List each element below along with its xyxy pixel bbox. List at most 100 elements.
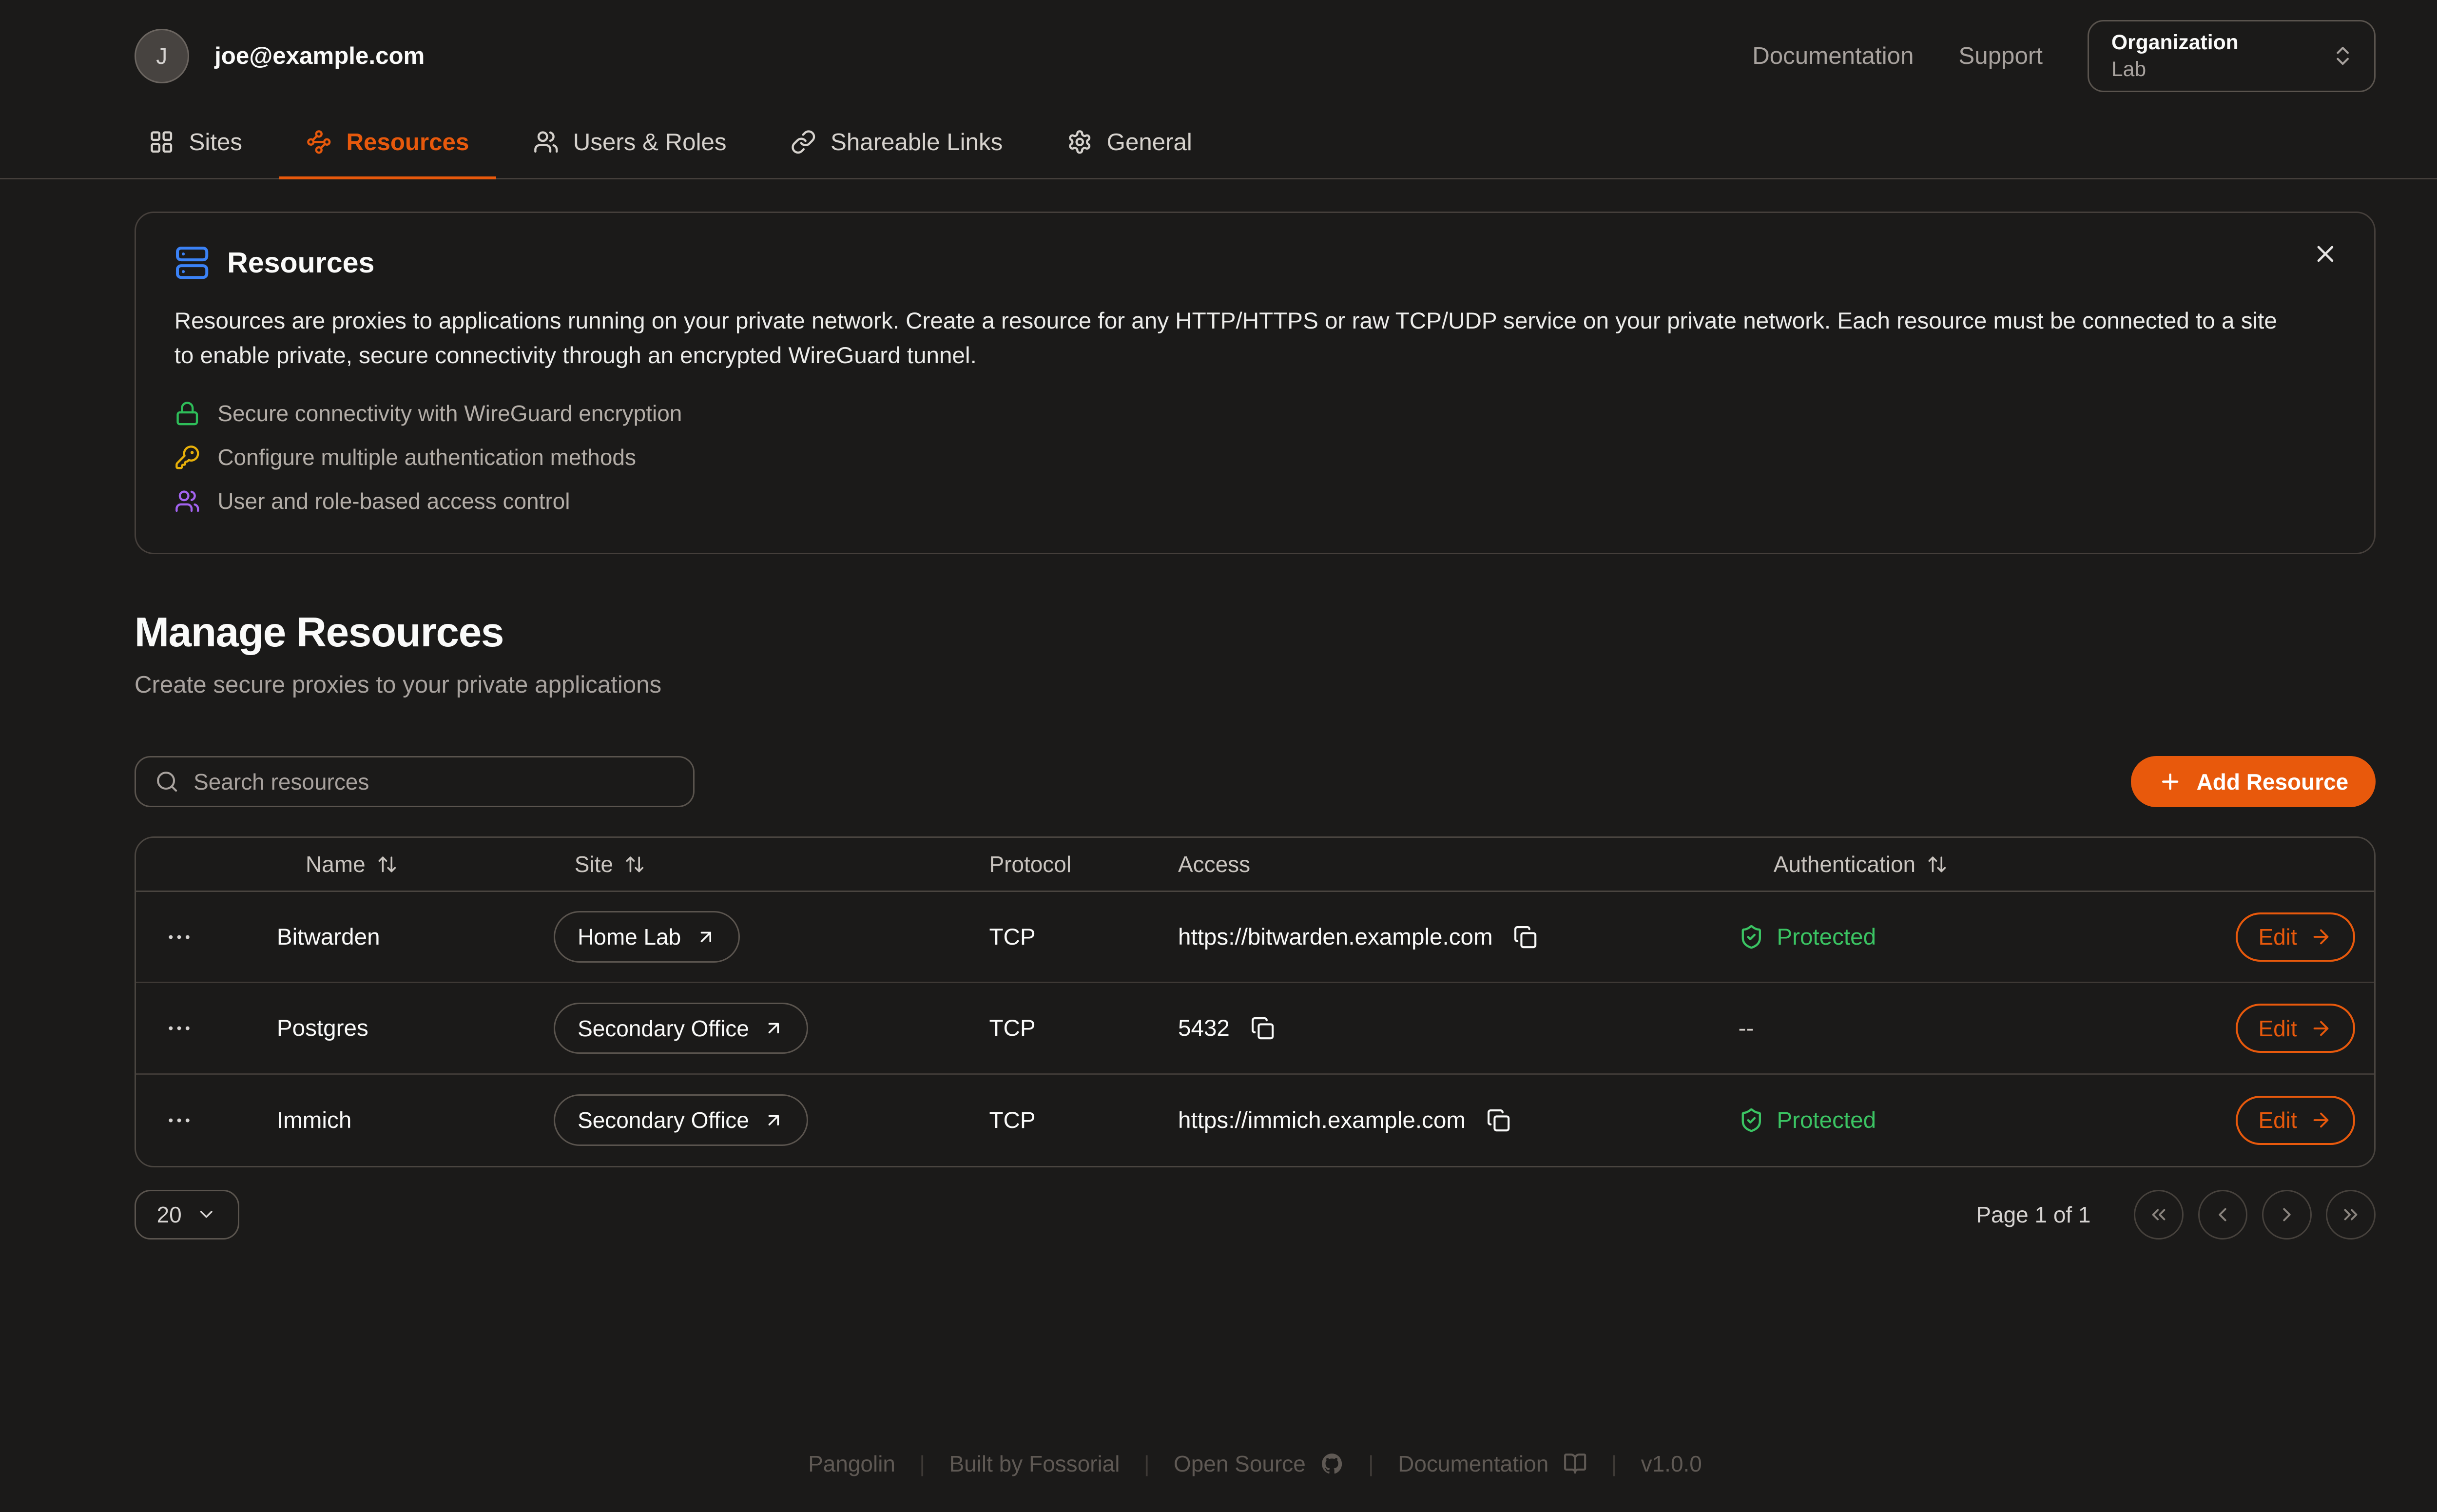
resource-access-cell: https://bitwarden.example.com — [1178, 922, 1739, 952]
site-link-button[interactable]: Home Lab — [554, 911, 740, 963]
link-icon — [791, 129, 816, 155]
footer-divider: | — [1144, 1451, 1150, 1477]
footer-brand[interactable]: Pangolin — [808, 1451, 895, 1477]
site-link-button[interactable]: Secondary Office — [554, 1003, 808, 1054]
chevrons-right-icon — [2340, 1203, 2362, 1226]
close-icon[interactable] — [2312, 240, 2339, 268]
shield-check-icon — [1739, 924, 1764, 950]
edit-button[interactable]: Edit — [2236, 1096, 2355, 1145]
auth-status-badge: -- — [1739, 1015, 2166, 1042]
auth-status-badge: Protected — [1739, 924, 2166, 950]
add-resource-button[interactable]: Add Resource — [2131, 756, 2376, 807]
user-email: joe@example.com — [214, 42, 425, 70]
column-header-authentication-label: Authentication — [1774, 851, 1915, 877]
previous-page-button[interactable] — [2198, 1190, 2248, 1240]
book-open-icon — [1563, 1452, 1587, 1475]
feature-item: User and role-based access control — [174, 488, 2336, 514]
table-row: Bitwarden Home Lab TCP https://bitwarden… — [136, 892, 2374, 983]
page-subtitle: Create secure proxies to your private ap… — [135, 671, 2376, 698]
footer-divider: | — [1611, 1451, 1617, 1477]
feature-text: Secure connectivity with WireGuard encry… — [217, 400, 682, 426]
arrow-up-right-icon — [763, 1018, 784, 1039]
info-card-header: Resources — [174, 245, 2336, 280]
page-title: Manage Resources — [135, 609, 2376, 657]
footer-built-by[interactable]: Built by Fossorial — [949, 1451, 1120, 1477]
auth-status-label: -- — [1739, 1015, 1754, 1042]
chevron-down-icon — [196, 1204, 217, 1225]
resource-access-cell: 5432 — [1178, 1013, 1739, 1043]
resources-table: Name Site Protocol Access Authentication — [135, 836, 2376, 1167]
footer-open-source-label: Open Source — [1174, 1451, 1306, 1477]
chevron-left-icon — [2211, 1203, 2234, 1226]
site-name: Home Lab — [578, 924, 681, 950]
footer-divider: | — [1368, 1451, 1374, 1477]
tab-bar: Sites Resources Users & Roles Shareable … — [0, 112, 2437, 179]
table-header-row: Name Site Protocol Access Authentication — [136, 838, 2374, 892]
organization-label: Organization — [2111, 31, 2239, 55]
documentation-link[interactable]: Documentation — [1752, 42, 1914, 70]
edit-button[interactable]: Edit — [2236, 1004, 2355, 1053]
copy-icon[interactable] — [1510, 922, 1541, 952]
column-header-site-label: Site — [575, 851, 613, 877]
edit-button[interactable]: Edit — [2236, 912, 2355, 962]
site-name: Secondary Office — [578, 1015, 749, 1042]
organization-selector-text: Organization Lab — [2111, 31, 2239, 82]
column-header-protocol-label: Protocol — [989, 851, 1071, 877]
sort-icon — [377, 854, 398, 875]
next-page-button[interactable] — [2262, 1190, 2312, 1240]
column-header-name-label: Name — [306, 851, 366, 877]
first-page-button[interactable] — [2134, 1190, 2184, 1240]
last-page-button[interactable] — [2326, 1190, 2376, 1240]
resource-access-port: 5432 — [1178, 1015, 1230, 1042]
copy-icon[interactable] — [1483, 1105, 1513, 1135]
tab-general[interactable]: General — [1040, 112, 1219, 180]
arrow-up-right-icon — [763, 1110, 784, 1131]
top-bar-right: Documentation Support Organization Lab — [1752, 20, 2376, 92]
main-content: Resources Resources are proxies to appli… — [0, 179, 2437, 1239]
tab-resources[interactable]: Resources — [279, 112, 497, 180]
tab-users-roles[interactable]: Users & Roles — [506, 112, 754, 180]
tab-general-label: General — [1107, 128, 1192, 156]
search-input[interactable] — [193, 769, 674, 795]
tab-resources-label: Resources — [346, 128, 469, 156]
footer-divider: | — [919, 1451, 925, 1477]
toolbar: Add Resource — [135, 756, 2376, 807]
row-menu-cell — [136, 1008, 273, 1049]
edit-label: Edit — [2259, 1107, 2297, 1133]
search-icon — [155, 770, 179, 794]
resource-name: Bitwarden — [273, 924, 554, 950]
edit-cell: Edit — [2236, 1096, 2374, 1145]
feature-text: Configure multiple authentication method… — [217, 444, 636, 470]
pagination-controls: Page 1 of 1 — [1976, 1190, 2376, 1240]
sort-icon — [624, 854, 645, 875]
tab-shareable-links-label: Shareable Links — [831, 128, 1003, 156]
column-header-name[interactable]: Name — [273, 851, 554, 877]
sort-icon — [1927, 854, 1948, 875]
column-header-site[interactable]: Site — [554, 851, 989, 877]
auth-status-label: Protected — [1777, 924, 1876, 950]
search-box — [135, 756, 695, 807]
shield-check-icon — [1739, 1107, 1764, 1133]
ellipsis-icon[interactable] — [158, 1100, 200, 1141]
organization-selector[interactable]: Organization Lab — [2088, 20, 2376, 92]
ellipsis-icon[interactable] — [158, 916, 200, 958]
arrow-right-icon — [2310, 1017, 2332, 1040]
ellipsis-icon[interactable] — [158, 1008, 200, 1049]
tab-shareable-links[interactable]: Shareable Links — [763, 112, 1030, 180]
resource-protocol: TCP — [989, 924, 1178, 950]
github-icon — [1320, 1452, 1344, 1475]
tab-sites[interactable]: Sites — [122, 112, 270, 180]
page-size-selector[interactable]: 20 — [135, 1190, 239, 1240]
copy-icon[interactable] — [1247, 1013, 1277, 1043]
avatar[interactable]: J — [135, 29, 189, 83]
site-link-button[interactable]: Secondary Office — [554, 1094, 808, 1146]
chevrons-up-down-icon — [2331, 44, 2355, 68]
edit-label: Edit — [2259, 924, 2297, 950]
column-header-authentication[interactable]: Authentication — [1739, 851, 2166, 877]
support-link[interactable]: Support — [1958, 42, 2043, 70]
key-icon — [174, 445, 200, 470]
footer-open-source-link[interactable]: Open Source — [1174, 1451, 1344, 1477]
auth-status-badge: Protected — [1739, 1107, 2166, 1134]
info-card-title: Resources — [227, 246, 374, 279]
footer-documentation-link[interactable]: Documentation — [1398, 1451, 1587, 1477]
